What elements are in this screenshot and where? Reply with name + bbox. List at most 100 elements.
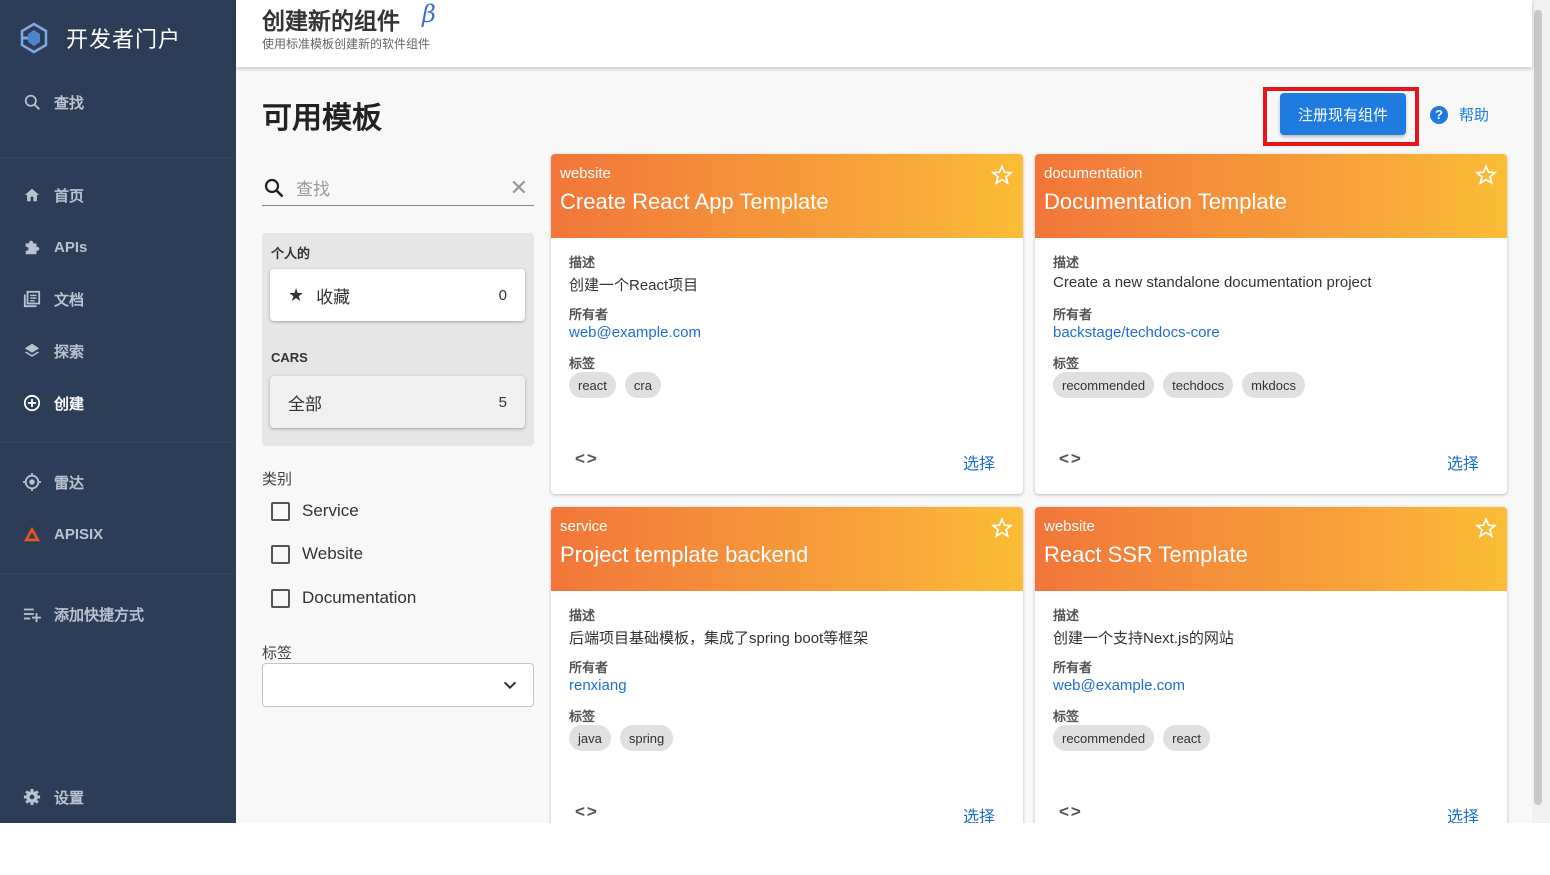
register-existing-component-button[interactable]: 注册现有组件: [1280, 93, 1406, 135]
beta-badge: β: [422, 0, 436, 28]
card-type: service: [560, 518, 608, 535]
code-icon[interactable]: <>: [575, 449, 599, 469]
sidebar-item-apis[interactable]: APIs: [0, 227, 236, 267]
card-type: documentation: [1044, 165, 1143, 182]
category-option-label: Service: [302, 501, 359, 520]
choose-button[interactable]: 选择: [1447, 450, 1479, 474]
tags-label: 标签: [1053, 709, 1080, 724]
star-outline-icon[interactable]: [991, 517, 1013, 539]
choose-button[interactable]: 选择: [963, 803, 995, 823]
code-icon[interactable]: <>: [1059, 802, 1083, 822]
personal-group-label: 个人的: [271, 246, 311, 261]
tag-chips: recommended react: [1053, 725, 1219, 751]
chevron-down-icon: [503, 681, 517, 690]
all-count: 5: [498, 393, 507, 411]
tags-select[interactable]: [262, 663, 534, 707]
gear-icon: [22, 787, 42, 807]
tag-chips: recommended techdocs mkdocs: [1053, 372, 1314, 398]
search-icon: [22, 92, 42, 112]
puzzle-icon: [22, 237, 42, 257]
category-label: 类别: [262, 471, 293, 488]
favorites-filter[interactable]: ★ 收藏 0: [270, 269, 525, 321]
sidebar-item-add-shortcut[interactable]: 添加快捷方式: [0, 594, 236, 634]
sidebar-divider: [0, 157, 236, 158]
category-checkbox-documentation[interactable]: Documentation: [271, 588, 416, 608]
sidebar-item-docs[interactable]: 文档: [0, 279, 236, 319]
page-title: 创建新的组件: [262, 8, 400, 34]
category-option-label: Website: [302, 544, 364, 563]
card-title: Project template backend: [560, 542, 809, 567]
card-title: Documentation Template: [1044, 189, 1287, 214]
category-checkbox-website[interactable]: Website: [271, 544, 363, 564]
owner-label: 所有者: [1053, 660, 1093, 675]
code-icon[interactable]: <>: [1059, 449, 1083, 469]
sidebar-item-explore[interactable]: 探索: [0, 331, 236, 371]
apisix-icon: [22, 524, 42, 544]
radar-icon: [22, 472, 42, 492]
playlist-add-icon: [22, 604, 42, 624]
all-label: 全部: [288, 394, 322, 414]
star-outline-icon[interactable]: [1475, 164, 1497, 186]
page-header: 创建新的组件 β 使用标准模板创建新的软件组件: [236, 0, 1532, 67]
owner-link[interactable]: web@example.com: [569, 324, 701, 341]
owner-link[interactable]: web@example.com: [1053, 677, 1185, 694]
search-placeholder: 查找: [296, 180, 330, 199]
owner-label: 所有者: [569, 307, 609, 322]
category-checkbox-service[interactable]: Service: [271, 501, 359, 521]
tag-chip: cra: [624, 372, 661, 398]
code-icon[interactable]: <>: [575, 802, 599, 822]
favorites-label: 收藏: [316, 287, 351, 307]
star-outline-icon[interactable]: [991, 164, 1013, 186]
choose-button[interactable]: 选择: [1447, 803, 1479, 823]
all-filter[interactable]: 全部 5: [270, 376, 525, 428]
help-label: 帮助: [1459, 107, 1490, 124]
checkbox-icon[interactable]: [271, 544, 290, 564]
owner-label: 所有者: [569, 660, 609, 675]
sidebar-item-radar[interactable]: 雷达: [0, 462, 236, 502]
card-title: React SSR Template: [1044, 542, 1248, 567]
card-header: service Project template backend: [551, 507, 1023, 591]
checkbox-icon[interactable]: [271, 501, 290, 521]
cars-group-label: CARS: [271, 350, 308, 365]
template-search-input[interactable]: 查找 ✕: [262, 170, 534, 206]
tag-chip: react: [1163, 725, 1211, 751]
tags-label: 标签: [569, 356, 596, 371]
vertical-scrollbar[interactable]: [1532, 0, 1550, 823]
sidebar-item-create[interactable]: 创建: [0, 383, 236, 423]
checkbox-icon[interactable]: [271, 588, 290, 608]
sidebar-item-home[interactable]: 首页: [0, 175, 236, 215]
card-type: website: [1044, 518, 1095, 535]
app-logo[interactable]: 开发者门户: [18, 22, 181, 54]
category-option-label: Documentation: [302, 588, 417, 607]
help-link[interactable]: ? 帮助: [1430, 104, 1489, 125]
template-card: website React SSR Template 描述 创建一个支持Next…: [1035, 507, 1507, 823]
clear-icon[interactable]: ✕: [510, 175, 528, 201]
sidebar-divider: [0, 573, 236, 574]
tag-chip: react: [569, 372, 616, 398]
sidebar-search[interactable]: 查找: [0, 82, 236, 122]
owner-link[interactable]: renxiang: [569, 677, 627, 694]
star-icon: ★: [288, 284, 305, 305]
sidebar-item-apisix[interactable]: APISIX: [0, 514, 236, 554]
tag-chips: java spring: [569, 725, 682, 751]
card-title: Create React App Template: [560, 189, 829, 214]
sidebar-item-settings[interactable]: 设置: [0, 777, 236, 817]
app-root: 开发者门户 查找 首页 APIs 文档 探索 创建 雷达 APISIX 添加快捷…: [0, 0, 1550, 823]
sidebar-item-label: 创建: [54, 395, 85, 413]
layers-icon: [22, 341, 42, 361]
tags-filter-label: 标签: [262, 645, 293, 662]
sidebar-item-label: 添加快捷方式: [54, 606, 145, 624]
owner-link[interactable]: backstage/techdocs-core: [1053, 324, 1220, 341]
choose-button[interactable]: 选择: [963, 450, 995, 474]
template-card: website Create React App Template 描述 创建一…: [551, 154, 1023, 494]
star-outline-icon[interactable]: [1475, 517, 1497, 539]
tag-chip: recommended: [1053, 372, 1155, 398]
card-description: 创建一个React项目: [569, 277, 699, 294]
sidebar-item-label: 探索: [54, 343, 85, 361]
scrollbar-thumb[interactable]: [1534, 10, 1542, 805]
page-subtitle: 使用标准模板创建新的软件组件: [262, 37, 431, 51]
description-label: 描述: [1053, 608, 1080, 623]
favorites-count: 0: [498, 286, 507, 304]
sidebar: 开发者门户 查找 首页 APIs 文档 探索 创建 雷达 APISIX 添加快捷…: [0, 0, 236, 823]
card-header: website React SSR Template: [1035, 507, 1507, 591]
